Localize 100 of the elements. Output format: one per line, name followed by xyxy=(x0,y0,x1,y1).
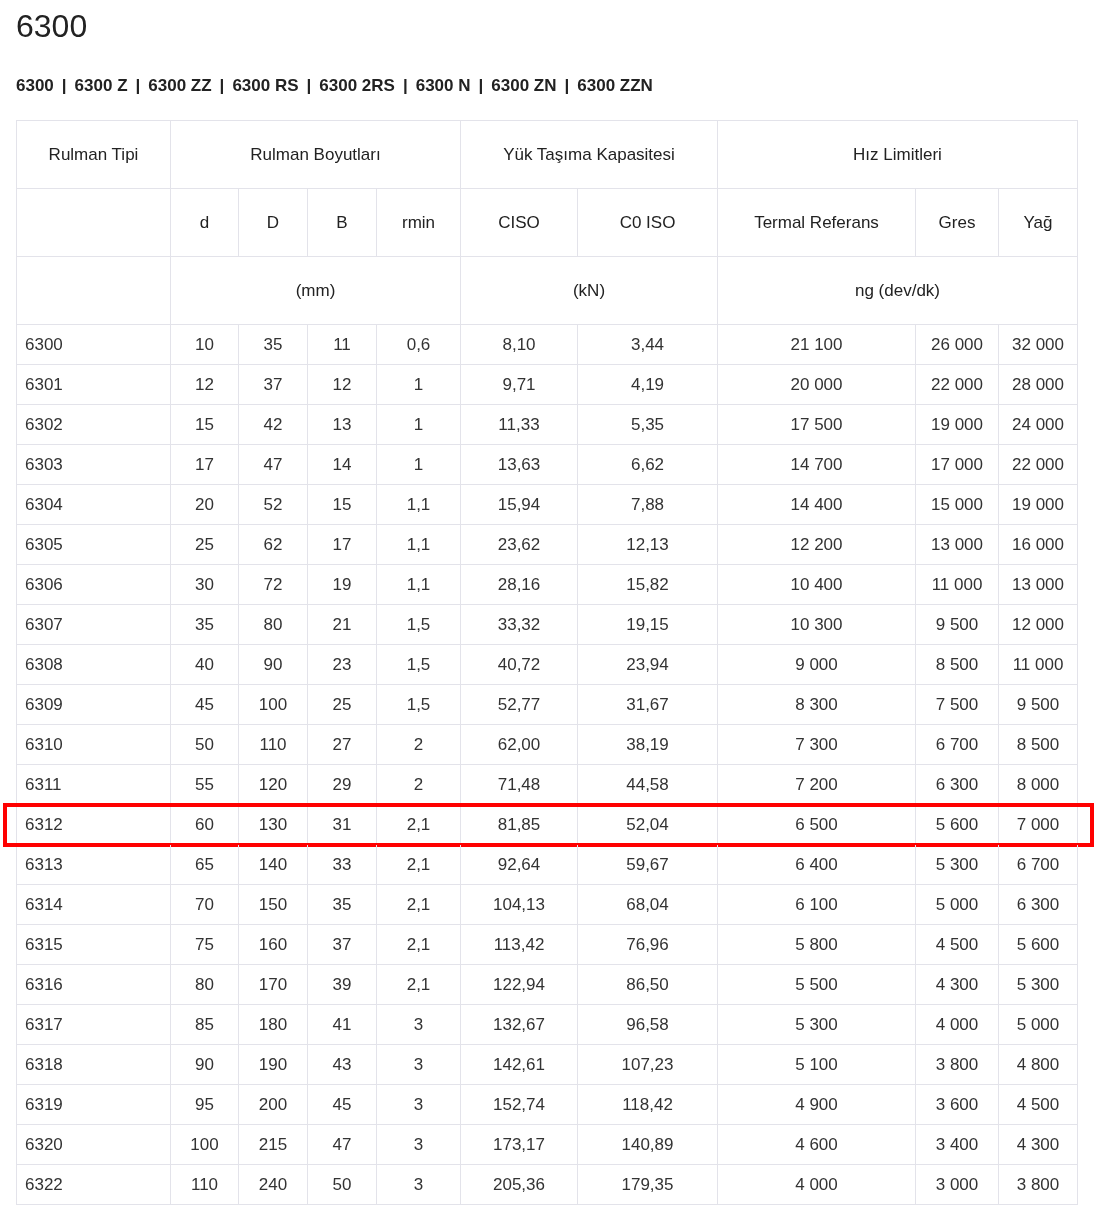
table-cell: 1,1 xyxy=(377,485,461,525)
table-cell: 6303 xyxy=(17,445,171,485)
table-cell: 6316 xyxy=(17,965,171,1005)
table-cell: 19 000 xyxy=(916,405,999,445)
table-cell: 2 xyxy=(377,765,461,805)
table-cell: 3 xyxy=(377,1005,461,1045)
table-cell: 13,63 xyxy=(461,445,578,485)
table-cell: 2,1 xyxy=(377,845,461,885)
table-cell: 6307 xyxy=(17,605,171,645)
table-cell: 40 xyxy=(171,645,239,685)
table-cell: 25 xyxy=(171,525,239,565)
table-cell: 72 xyxy=(239,565,308,605)
table-cell: 240 xyxy=(239,1165,308,1205)
table-cell: 4 000 xyxy=(916,1005,999,1045)
variant-link[interactable]: 6300 xyxy=(16,76,54,96)
table-cell: 152,74 xyxy=(461,1085,578,1125)
table-cell: 95 xyxy=(171,1085,239,1125)
table-cell: 8 500 xyxy=(999,725,1078,765)
separator-text: | xyxy=(219,76,225,96)
table-cell: 35 xyxy=(308,885,377,925)
table-cell: 215 xyxy=(239,1125,308,1165)
table-cell: 4 800 xyxy=(999,1045,1078,1085)
table-cell: 11 000 xyxy=(999,645,1078,685)
table-cell: 122,94 xyxy=(461,965,578,1005)
table-cell: 21 100 xyxy=(718,325,916,365)
table-cell: 11 xyxy=(308,325,377,365)
table-cell: 22 000 xyxy=(916,365,999,405)
table-cell: 17 000 xyxy=(916,445,999,485)
table-cell: 15 000 xyxy=(916,485,999,525)
table-cell: 13 000 xyxy=(916,525,999,565)
table-cell: 110 xyxy=(171,1165,239,1205)
column-group-header: Yük Taşıma Kapasitesi xyxy=(461,121,718,189)
table-cell: 6300 xyxy=(17,325,171,365)
table-cell: 4 000 xyxy=(718,1165,916,1205)
table-cell: 14 xyxy=(308,445,377,485)
table-cell: 33,32 xyxy=(461,605,578,645)
table-cell: 170 xyxy=(239,965,308,1005)
table-cell: 62,00 xyxy=(461,725,578,765)
table-cell: 100 xyxy=(171,1125,239,1165)
table-cell: 50 xyxy=(171,725,239,765)
table-cell: 8 000 xyxy=(999,765,1078,805)
table-cell: 180 xyxy=(239,1005,308,1045)
table-cell: 20 000 xyxy=(718,365,916,405)
table-cell: 38,19 xyxy=(578,725,718,765)
separator-text: | xyxy=(61,76,67,96)
table-cell: 19 000 xyxy=(999,485,1078,525)
table-cell: 6308 xyxy=(17,645,171,685)
table-cell: 2,1 xyxy=(377,965,461,1005)
table-cell: 14 700 xyxy=(718,445,916,485)
table-cell: 3 400 xyxy=(916,1125,999,1165)
table-cell: 10 400 xyxy=(718,565,916,605)
table-cell: 15 xyxy=(171,405,239,445)
table-cell: 4 500 xyxy=(999,1085,1078,1125)
column-header: Termal Referans xyxy=(718,189,916,257)
table-cell: 22 000 xyxy=(999,445,1078,485)
table-cell: 6 300 xyxy=(999,885,1078,925)
table-cell: 41 xyxy=(308,1005,377,1045)
column-group-header: Hız Limitleri xyxy=(718,121,1078,189)
variant-link[interactable]: 6300 2RS xyxy=(319,76,395,96)
table-cell: 6 700 xyxy=(999,845,1078,885)
variant-link[interactable]: 6300 ZN xyxy=(491,76,557,96)
separator-text: | xyxy=(402,76,408,96)
table-cell: 205,36 xyxy=(461,1165,578,1205)
table-cell: 32 000 xyxy=(999,325,1078,365)
separator-text: | xyxy=(135,76,141,96)
table-cell: 96,58 xyxy=(578,1005,718,1045)
table-cell: 8,10 xyxy=(461,325,578,365)
table-cell: 7,88 xyxy=(578,485,718,525)
table-cell: 6 100 xyxy=(718,885,916,925)
table-cell: 23 xyxy=(308,645,377,685)
table-cell: 75 xyxy=(171,925,239,965)
column-header: d xyxy=(171,189,239,257)
column-header: B xyxy=(308,189,377,257)
table-cell: 110 xyxy=(239,725,308,765)
table-cell: 7 000 xyxy=(999,805,1078,845)
page-title: 6300 xyxy=(16,7,88,46)
variant-link[interactable]: 6300 N xyxy=(415,76,471,96)
table-cell: 6317 xyxy=(17,1005,171,1045)
variant-link[interactable]: 6300 ZZN xyxy=(577,76,653,96)
table-cell: 6302 xyxy=(17,405,171,445)
table-cell: 23,94 xyxy=(578,645,718,685)
unit-header: (mm) xyxy=(171,257,461,325)
table-cell: 52 xyxy=(239,485,308,525)
variant-link[interactable]: 6300 RS xyxy=(232,76,299,96)
variant-link[interactable]: 6300 ZZ xyxy=(148,76,212,96)
column-header: Gres xyxy=(916,189,999,257)
table-cell: 6304 xyxy=(17,485,171,525)
table-cell: 6313 xyxy=(17,845,171,885)
table-cell: 17 500 xyxy=(718,405,916,445)
table-cell: 23,62 xyxy=(461,525,578,565)
table-cell: 81,85 xyxy=(461,805,578,845)
table-cell: 173,17 xyxy=(461,1125,578,1165)
table-cell: 8 300 xyxy=(718,685,916,725)
table-cell: 3 xyxy=(377,1045,461,1085)
table-cell: 6306 xyxy=(17,565,171,605)
table-cell: 19,15 xyxy=(578,605,718,645)
column-header: rmin xyxy=(377,189,461,257)
column-group-header: Rulman Tipi xyxy=(17,121,171,189)
variant-link[interactable]: 6300 Z xyxy=(74,76,128,96)
table-cell: 132,67 xyxy=(461,1005,578,1045)
